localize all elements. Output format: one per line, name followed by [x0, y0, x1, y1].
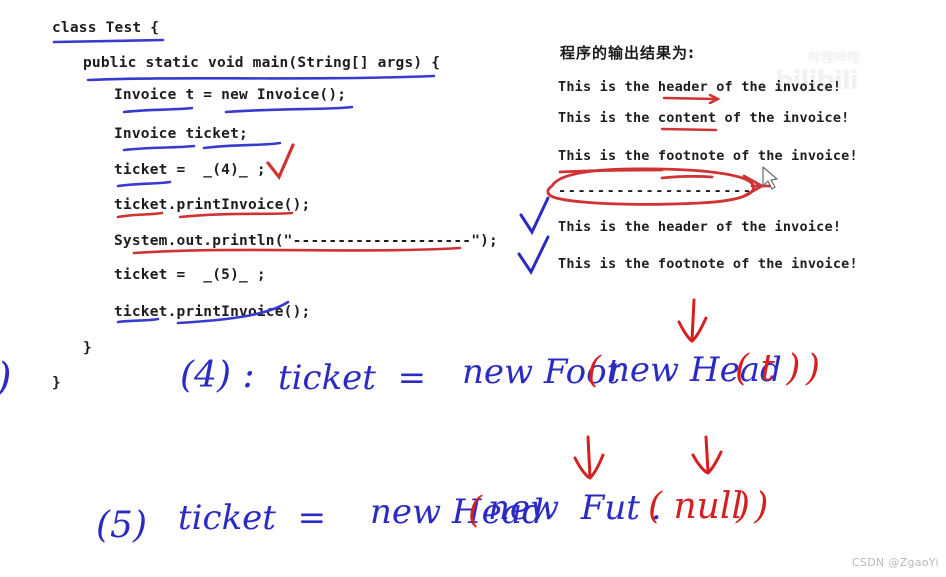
code-line-blank-5: ticket = _(5)_ ;: [114, 267, 266, 283]
red-check-icon: [266, 143, 295, 181]
blue-check-icons: [517, 196, 550, 276]
code-line-class-decl: class Test {: [52, 20, 160, 36]
code-line-invoice-t: Invoice t = new Invoice();: [114, 87, 347, 103]
red-arrow-under-header: [662, 93, 721, 105]
blue-check-1: [519, 196, 550, 236]
underline-main-signature: [86, 74, 436, 82]
code-line-invoice-ticket: Invoice ticket;: [114, 126, 248, 142]
cursor-icon: [762, 166, 778, 190]
watermark-sub-text: 哔哩哔哩: [808, 51, 861, 66]
csdn-credit: CSDN @ZgaoYi: [852, 556, 939, 569]
code-line-print-2: ticket.printInvoice();: [114, 304, 311, 320]
underline-class-test: [52, 38, 165, 44]
output-pane-title: 程序的输出结果为:: [560, 44, 695, 62]
output-line-header-1: This is the header of the invoice!: [558, 79, 842, 95]
whiteboard-screenshot: bilibili 哔哩哔哩 class Test { public static…: [0, 0, 946, 577]
code-line-println-sep: System.out.println("--------------------…: [114, 233, 498, 249]
answer-4-paren-open: (: [587, 350, 602, 391]
output-line-footnote-2: This is the footnote of the invoice!: [558, 256, 858, 272]
underline-invoice-type-1: [122, 106, 194, 114]
red-ellipse-inner-stroke: [558, 168, 664, 174]
answer-5-expr-1: ticket =: [178, 498, 327, 538]
answer-5-paren-open: (: [468, 490, 483, 531]
answer-5-label: (5): [96, 505, 147, 546]
answer-5-expr-3: new Fut .: [488, 488, 662, 528]
answer-4-label: (4) :: [180, 355, 255, 396]
answer-4-expr-1: ticket =: [278, 358, 427, 398]
bilibili-watermark-sub: 哔哩哔哩: [790, 32, 860, 81]
output-line-footnote-1: This is the footnote of the invoice!: [558, 148, 858, 164]
output-line-separator: --------------------: [558, 183, 753, 199]
underline-printinvoice-1: [178, 211, 294, 219]
answer-4-paren-close: ): [806, 348, 821, 389]
code-line-print-1: ticket.printInvoice();: [114, 197, 311, 213]
blue-check-2: [517, 235, 550, 276]
code-line-main-signature: public static void main(String[] args) {: [83, 55, 441, 71]
output-line-content-1: This is the content of the invoice!: [558, 110, 850, 126]
underline-ticket-var-1: [202, 141, 282, 150]
underline-invoice-type-2: [122, 144, 196, 152]
stray-left-paren-ink: ): [0, 355, 12, 401]
red-arrow-4-head: [677, 316, 708, 343]
red-arrow-4-shaft: [690, 298, 696, 342]
red-arrow-5b-shaft: [704, 435, 710, 474]
red-underline-under-content: [660, 127, 718, 132]
red-arrow-5a-shaft: [586, 435, 592, 479]
red-arrow-5b-head: [691, 450, 723, 475]
red-arrow-5a-head: [573, 453, 605, 480]
underline-new-invoice: [224, 105, 354, 114]
red-arrows-answer-5: [573, 435, 723, 480]
underline-ticket-var-2: [116, 180, 172, 188]
code-line-close-class: }: [52, 375, 61, 391]
red-arrows-answer-4: [677, 298, 708, 343]
red-ellipse-tail-stroke: [660, 174, 714, 180]
code-line-blank-4: ticket = _(4)_ ;: [114, 162, 266, 178]
answer-5-paren-close: ): [736, 486, 751, 527]
output-line-header-2: This is the header of the invoice!: [558, 219, 842, 235]
answer-4-arg: ( t ): [735, 348, 801, 389]
code-line-close-method: }: [83, 340, 92, 356]
answer-5-arg: ( null ): [648, 486, 769, 527]
underline-ticket-print-1: [116, 211, 164, 219]
